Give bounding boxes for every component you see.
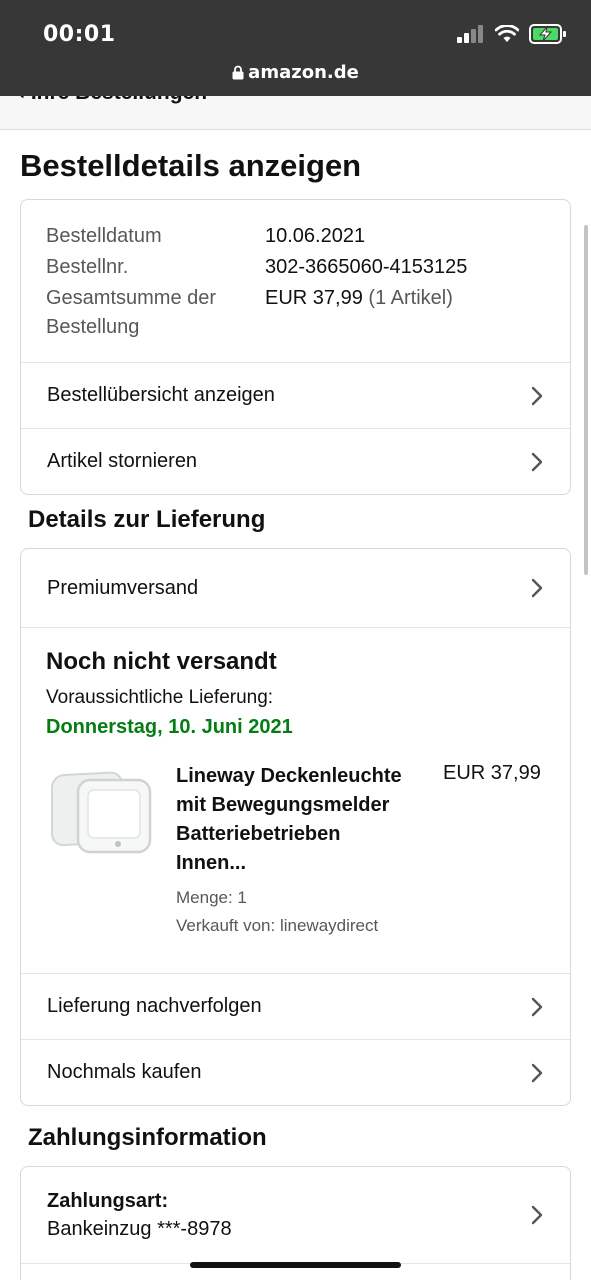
status-icons [457, 24, 567, 44]
product-quantity: Menge: 1 [176, 888, 247, 907]
order-total-label: Gesamtsumme der Bestellung [46, 287, 217, 338]
cancel-items-row[interactable]: Artikel stornieren [21, 428, 570, 494]
order-summary: Bestelldatum 10.06.2021 Bestellnr. 302-3… [21, 200, 570, 362]
track-package-row[interactable]: Lieferung nachverfolgen [21, 973, 570, 1039]
track-package-label: Lieferung nachverfolgen [47, 995, 262, 1017]
order-date-value: 10.06.2021 [265, 225, 366, 247]
chevron-left-icon: ‹ [18, 96, 31, 104]
shipping-speed-row[interactable]: Premiumversand [21, 549, 570, 627]
payment-section-title: Zahlungsinformation [28, 1124, 267, 1151]
delivery-card: Premiumversand Noch nicht versandt Vorau… [20, 548, 571, 1106]
payment-method-value: Bankeinzug ***-8978 [47, 1218, 232, 1240]
buy-again-row[interactable]: Nochmals kaufen [21, 1039, 570, 1105]
product-image[interactable] [46, 762, 156, 862]
back-label: Ihre Bestellungen [31, 96, 207, 104]
order-number-value: 302-3665060-4153125 [265, 256, 468, 278]
order-total-value: EUR 37,99 (1 Artikel) [265, 287, 453, 309]
page-title: Bestelldetails anzeigen [20, 148, 362, 183]
chevron-right-icon [531, 386, 543, 405]
product-price: EUR 37,99 [443, 762, 541, 784]
home-indicator[interactable] [190, 1262, 401, 1268]
product-title[interactable]: Lineway Deckenleuchte mit Bewegungsmelde… [176, 762, 426, 878]
cancel-items-label: Artikel stornieren [47, 450, 198, 472]
back-link[interactable]: ‹ Ihre Bestellungen [18, 96, 207, 105]
address-bar[interactable]: amazon.de [0, 62, 591, 83]
battery-charging-icon [529, 24, 566, 44]
shipment-block: Noch nicht versandt Voraussichtliche Lie… [21, 627, 570, 973]
view-invoice-label: Bestellübersicht anzeigen [47, 384, 275, 406]
chevron-right-icon [531, 452, 543, 471]
cellular-signal-icon [457, 25, 483, 43]
order-info-grid: Bestelldatum 10.06.2021 Bestellnr. 302-3… [21, 200, 570, 362]
chevron-right-icon [531, 578, 543, 598]
payment-method-label: Zahlungsart: [47, 1190, 169, 1212]
chevron-right-icon [531, 1063, 543, 1082]
eta-date: Donnerstag, 10. Juni 2021 [46, 716, 293, 738]
chevron-right-icon [531, 1205, 543, 1225]
eta-label: Voraussichtliche Lieferung: [46, 687, 274, 708]
scrollbar[interactable] [584, 225, 588, 575]
lock-icon [232, 65, 244, 80]
order-info-card: Bestelldatum 10.06.2021 Bestellnr. 302-3… [20, 199, 571, 495]
wifi-icon [495, 25, 519, 42]
shipment-status: Noch nicht versandt [46, 648, 277, 675]
status-bar: 00:01 amazon.de [0, 0, 591, 96]
shipping-speed-label: Premiumversand [47, 576, 199, 599]
delivery-section-title: Details zur Lieferung [28, 506, 266, 533]
nav-bar: ‹ Ihre Bestellungen [0, 96, 591, 130]
url-text: amazon.de [248, 62, 359, 83]
payment-method-row[interactable]: Zahlungsart: Bankeinzug ***-8978 [21, 1167, 570, 1263]
view-invoice-row[interactable]: Bestellübersicht anzeigen [21, 362, 570, 428]
item-count: (1 Artikel) [368, 287, 453, 309]
clock: 00:01 [43, 22, 116, 47]
product-seller: Verkauft von: linewaydirect [176, 916, 379, 935]
chevron-right-icon [531, 997, 543, 1016]
order-number-label: Bestellnr. [46, 256, 129, 278]
buy-again-label: Nochmals kaufen [47, 1061, 202, 1083]
page-content: Bestelldetails anzeigen Bestelldatum 10.… [0, 130, 591, 1280]
order-date-label: Bestelldatum [46, 225, 162, 247]
